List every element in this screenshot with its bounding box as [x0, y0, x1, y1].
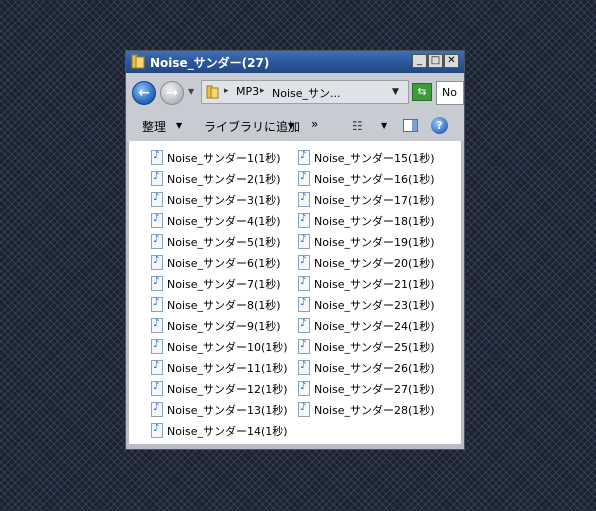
command-bar: 整理 ▼ ライブラリに追加 ▼ » ☷ ▼ ? [126, 111, 464, 141]
audio-file-icon [298, 297, 310, 312]
file-name: Noise_サンダー15(1秒) [314, 152, 435, 165]
audio-file-icon [298, 381, 310, 396]
organize-dropdown-icon[interactable]: ▼ [176, 121, 182, 130]
file-name: Noise_サンダー3(1秒) [167, 194, 281, 207]
audio-file-icon [151, 297, 163, 312]
audio-file-icon [151, 276, 163, 291]
view-options-icon[interactable]: ☷ [352, 119, 363, 133]
minimize-button[interactable]: _ [412, 54, 427, 68]
breadcrumb-item-mp3[interactable]: MP3 [236, 85, 259, 98]
explorer-window: Noise_サンダー(27) _ □ ✕ ← → ▼ ▸ MP3 ▸ Noise… [125, 50, 465, 450]
file-name: Noise_サンダー20(1秒) [314, 257, 435, 270]
file-name: Noise_サンダー10(1秒) [167, 341, 288, 354]
recent-pages-dropdown[interactable]: ▼ [188, 87, 194, 96]
help-icon[interactable]: ? [431, 117, 448, 134]
audio-file-icon [298, 318, 310, 333]
audio-file-icon [151, 192, 163, 207]
audio-file-icon [151, 213, 163, 228]
audio-file-icon [298, 276, 310, 291]
audio-file-icon [298, 192, 310, 207]
file-name: Noise_サンダー12(1秒) [167, 383, 288, 396]
file-name: Noise_サンダー2(1秒) [167, 173, 281, 186]
file-name: Noise_サンダー4(1秒) [167, 215, 281, 228]
breadcrumb-separator[interactable]: ▸ [224, 86, 229, 96]
file-name: Noise_サンダー26(1秒) [314, 362, 435, 375]
audio-file-icon [298, 402, 310, 417]
organize-button[interactable]: 整理 [142, 118, 166, 135]
file-name: Noise_サンダー13(1秒) [167, 404, 288, 417]
file-name: Noise_サンダー8(1秒) [167, 299, 281, 312]
audio-file-icon [151, 318, 163, 333]
file-name: Noise_サンダー24(1秒) [314, 320, 435, 333]
folder-icon [206, 85, 219, 99]
maximize-button[interactable]: □ [428, 54, 443, 68]
add-to-library-dropdown-icon[interactable]: ▼ [288, 121, 294, 130]
file-list: Noise_サンダー1(1秒) Noise_サンダー2(1秒) Noise_サンダー… [129, 141, 461, 444]
file-name: Noise_サンダー27(1秒) [314, 383, 435, 396]
file-name: Noise_サンダー1(1秒) [167, 152, 281, 165]
audio-file-icon [298, 150, 310, 165]
file-name: Noise_サンダー14(1秒) [167, 425, 288, 438]
file-name: Noise_サンダー5(1秒) [167, 236, 281, 249]
audio-file-icon [298, 360, 310, 375]
file-name: Noise_サンダー19(1秒) [314, 236, 435, 249]
file-name: Noise_サンダー21(1秒) [314, 278, 435, 291]
view-dropdown-icon[interactable]: ▼ [381, 121, 387, 130]
breadcrumb-separator[interactable]: ▸ [260, 86, 265, 96]
audio-file-icon [151, 360, 163, 375]
audio-file-icon [298, 171, 310, 186]
title-bar[interactable]: Noise_サンダー(27) _ □ ✕ [126, 51, 464, 73]
address-dropdown[interactable]: ▼ [392, 87, 399, 97]
back-button[interactable]: ← [132, 81, 156, 105]
audio-file-icon [151, 255, 163, 270]
audio-file-icon [151, 423, 163, 438]
folder-icon [131, 54, 145, 69]
preview-pane-icon[interactable] [403, 119, 418, 132]
file-name: Noise_サンダー6(1秒) [167, 257, 281, 270]
audio-file-icon [298, 339, 310, 354]
window-title: Noise_サンダー(27) [150, 56, 270, 70]
navigation-bar: ← → ▼ ▸ MP3 ▸ Noise_サン... ▼ ⇆ No [126, 73, 464, 111]
audio-file-icon [151, 402, 163, 417]
file-name: Noise_サンダー7(1秒) [167, 278, 281, 291]
audio-file-icon [298, 234, 310, 249]
audio-file-icon [298, 255, 310, 270]
audio-file-icon [151, 171, 163, 186]
file-name: Noise_サンダー16(1秒) [314, 173, 435, 186]
audio-file-icon [298, 213, 310, 228]
more-commands-button[interactable]: » [311, 117, 318, 131]
file-name: Noise_サンダー25(1秒) [314, 341, 435, 354]
audio-file-icon [151, 234, 163, 249]
address-bar[interactable]: ▸ MP3 ▸ Noise_サン... ▼ [201, 80, 409, 104]
file-name: Noise_サンダー28(1秒) [314, 404, 435, 417]
refresh-button[interactable]: ⇆ [412, 83, 432, 101]
audio-file-icon [151, 381, 163, 396]
search-input[interactable]: No [436, 81, 464, 105]
file-name: Noise_サンダー9(1秒) [167, 320, 281, 333]
audio-file-icon [151, 339, 163, 354]
close-button[interactable]: ✕ [444, 54, 459, 68]
file-name: Noise_サンダー23(1秒) [314, 299, 435, 312]
forward-button[interactable]: → [160, 81, 184, 105]
add-to-library-button[interactable]: ライブラリに追加 [204, 118, 300, 135]
audio-file-icon [151, 150, 163, 165]
file-name: Noise_サンダー11(1秒) [167, 362, 288, 375]
file-name: Noise_サンダー18(1秒) [314, 215, 435, 228]
breadcrumb-item-current[interactable]: Noise_サン... [272, 85, 341, 101]
file-name: Noise_サンダー17(1秒) [314, 194, 435, 207]
